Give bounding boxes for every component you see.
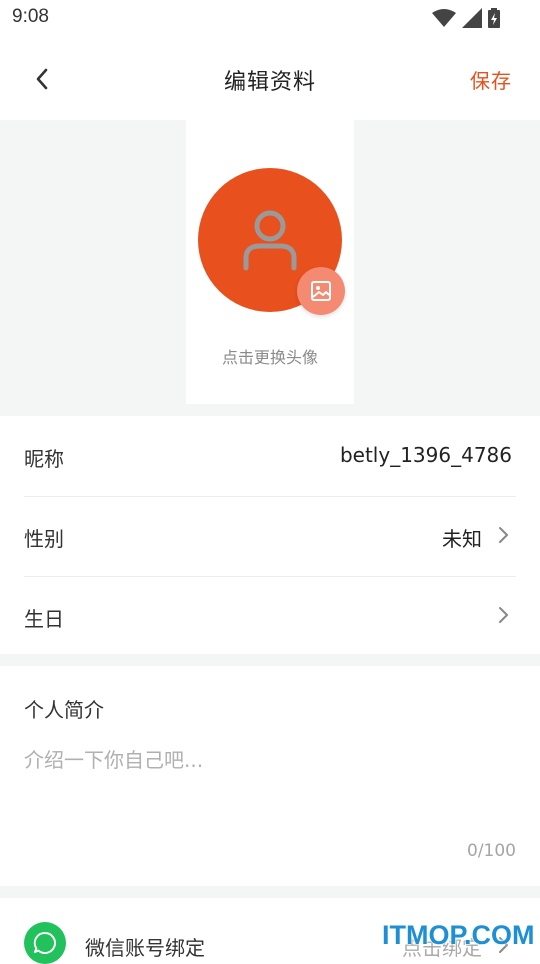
- nickname-value[interactable]: betly_1396_4786: [340, 443, 512, 467]
- save-button[interactable]: 保存: [470, 65, 512, 94]
- chevron-right-icon: [496, 526, 510, 548]
- user-icon: [243, 210, 297, 271]
- image-icon: [311, 281, 331, 301]
- bio-char-counter: 0/100: [467, 841, 516, 861]
- nickname-row[interactable]: 昵称 betly_1396_4786: [24, 416, 516, 497]
- wechat-icon: [24, 922, 66, 964]
- birthday-row[interactable]: 生日: [24, 576, 516, 656]
- wifi-icon: [432, 8, 456, 32]
- page-title: 编辑资料: [223, 70, 316, 95]
- section-divider: [0, 886, 540, 898]
- page-header: 编辑资料 保存: [0, 36, 540, 120]
- avatar-caption: 点击更换头像: [221, 348, 318, 367]
- chevron-right-icon: [496, 606, 510, 628]
- gender-value: 未知: [442, 527, 482, 551]
- nickname-label: 昵称: [24, 447, 64, 471]
- change-avatar-button[interactable]: [297, 267, 345, 315]
- avatar-section: 点击更换头像: [0, 120, 540, 416]
- avatar-card[interactable]: 点击更换头像: [186, 120, 354, 404]
- section-divider: [0, 654, 540, 666]
- status-time: 9:08: [12, 6, 49, 27]
- status-icons: [432, 8, 500, 32]
- wechat-binding-label: 微信账号绑定: [85, 936, 205, 960]
- bio-section: 个人简介 介绍一下你自己吧... 0/100: [0, 666, 540, 886]
- status-bar: 9:08: [0, 0, 540, 36]
- bio-title: 个人简介: [24, 698, 104, 722]
- signal-icon: [462, 8, 482, 32]
- bio-input[interactable]: 介绍一下你自己吧...: [24, 744, 203, 773]
- gender-row[interactable]: 性别 未知: [24, 496, 516, 577]
- gender-label: 性别: [24, 527, 64, 551]
- watermark: ITMOP.COM: [382, 920, 535, 950]
- birthday-label: 生日: [24, 607, 64, 631]
- battery-icon: [488, 8, 500, 32]
